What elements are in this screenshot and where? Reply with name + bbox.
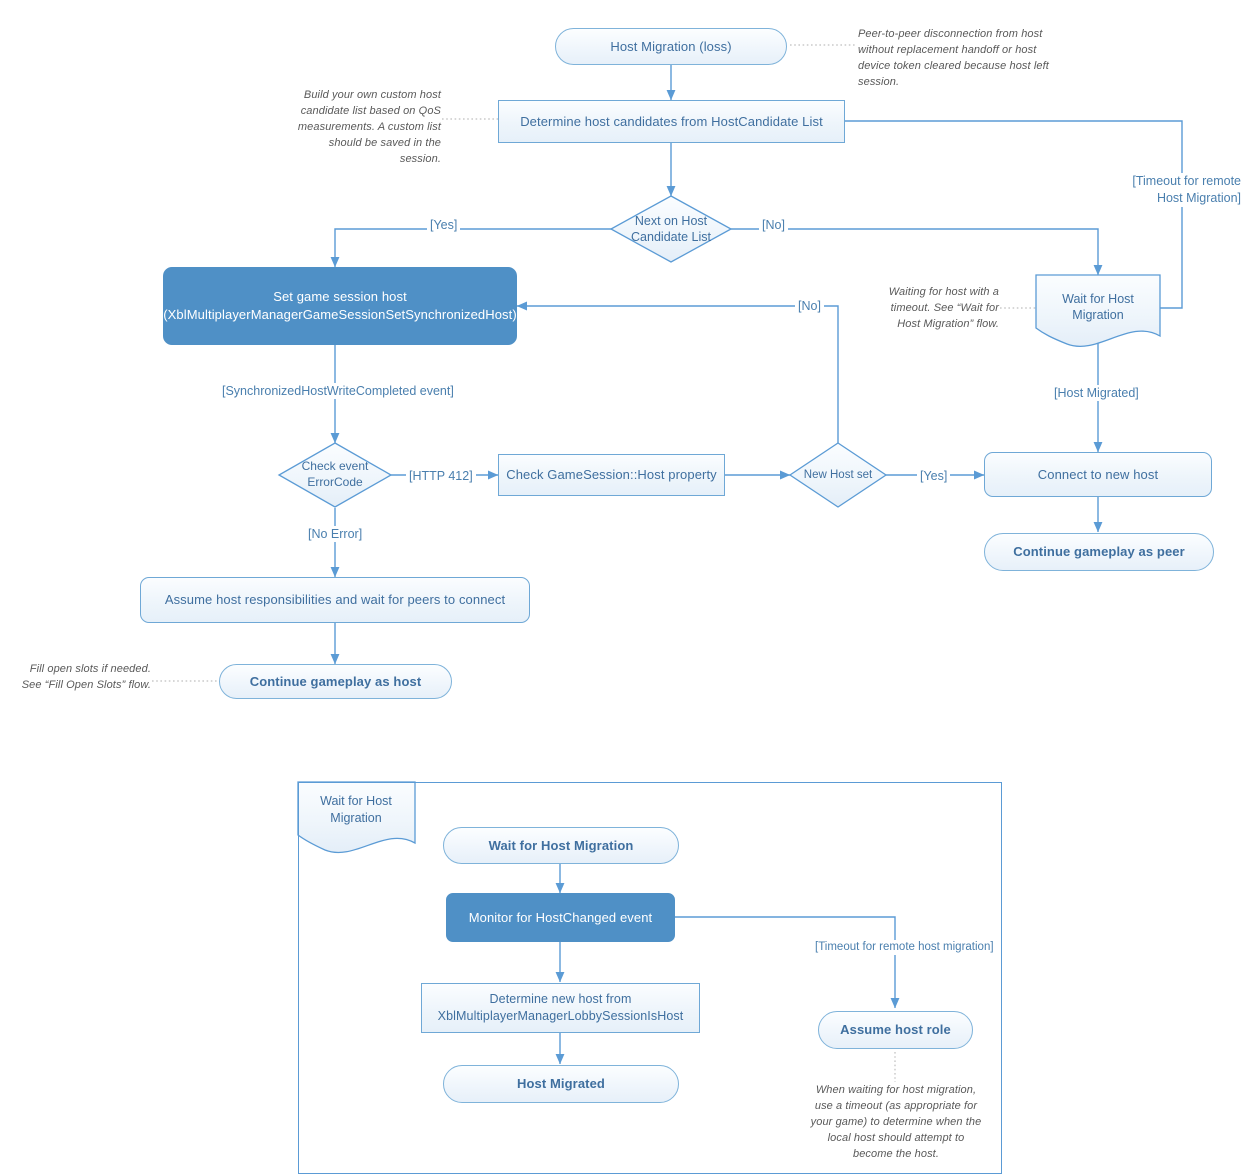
decision-label-line1: Next on Host xyxy=(634,213,708,228)
subflow-title: Wait for Host Migration xyxy=(296,793,416,827)
new-host-set-diamond xyxy=(788,442,888,508)
node-label: Wait for Host Migration xyxy=(1062,291,1134,324)
node-label: Determine new host from XblMultiplayerMa… xyxy=(438,991,684,1025)
edge-label-synchronizedhostwritecompleted: [SynchronizedHostWriteCompleted event] xyxy=(219,383,457,400)
node-label-line2: Migration xyxy=(1072,308,1124,322)
node-check-gamesession-host-property[interactable]: Check GameSession::Host property xyxy=(498,454,725,496)
node-subflow-host-migrated[interactable]: Host Migrated xyxy=(443,1065,679,1103)
node-continue-gameplay-as-host[interactable]: Continue gameplay as host xyxy=(219,664,452,699)
decision-label: Check event ErrorCode xyxy=(302,459,369,490)
node-label: Continue gameplay as peer xyxy=(1013,544,1185,560)
note-start-disconnection: Peer-to-peer disconnection from host wit… xyxy=(858,28,1049,88)
subflow-title-line1: Wait for Host xyxy=(320,794,392,808)
subflow-title-line2: Migration xyxy=(330,810,382,825)
next-on-host-candidate-list-diamond xyxy=(609,195,733,263)
edge-label-no-new-host: [No] xyxy=(795,298,824,315)
node-label: Host Migrated xyxy=(517,1076,605,1092)
decision-new-host-set[interactable]: New Host set xyxy=(793,465,883,485)
node-label: Monitor for HostChanged event xyxy=(468,909,653,925)
node-label: Assume host responsibilities and wait fo… xyxy=(164,592,506,608)
decision-label: Next on Host Candidate List xyxy=(631,213,711,246)
edge-label-timeout-remote-host-migration: [Timeout for remote Host Migration] xyxy=(1118,173,1244,207)
node-label: Check GameSession::Host property xyxy=(506,467,717,483)
edge-label-no-error: [No Error] xyxy=(305,526,366,543)
node-determine-host-candidates[interactable]: Determine host candidates from HostCandi… xyxy=(498,100,845,143)
node-assume-host-responsibilities[interactable]: Assume host responsibilities and wait fo… xyxy=(140,577,530,623)
note-subflow-timeout: When waiting for host migration, use a t… xyxy=(810,1084,982,1160)
decision-label: New Host set xyxy=(803,468,873,481)
node-set-game-session-host[interactable]: Set game session host (XblMultiplayerMan… xyxy=(163,267,517,345)
node-label: Set game session host (XblMultiplayerMan… xyxy=(163,288,517,323)
node-label-line2: (XblMultiplayerManagerGameSessionSetSync… xyxy=(163,307,517,322)
node-label: Assume host role xyxy=(840,1022,951,1038)
note-fill-open-slots: Fill open slots if needed. See “Fill Ope… xyxy=(21,663,151,691)
node-label-line1: Wait for Host xyxy=(1062,291,1134,306)
node-label-line1: Set game session host xyxy=(273,289,407,305)
node-connect-to-new-host[interactable]: Connect to new host xyxy=(984,452,1212,497)
edge-label-line2: Host Migration] xyxy=(1156,190,1241,205)
wait-for-host-migration-shape xyxy=(1035,274,1161,347)
node-label-line1: Determine new host from xyxy=(489,992,632,1007)
node-assume-host-role[interactable]: Assume host role xyxy=(818,1011,973,1049)
edge-label-yes-new-host: [Yes] xyxy=(917,468,951,485)
decision-label-line2: ErrorCode xyxy=(307,475,363,489)
check-event-errorcode-diamond xyxy=(277,442,393,508)
node-subflow-wait-for-host-migration[interactable]: Wait for Host Migration xyxy=(443,827,679,864)
note-wait-for-host-timeout: Waiting for host with a timeout. See “Wa… xyxy=(888,286,999,330)
decision-next-on-host-candidate-list[interactable]: Next on Host Candidate List xyxy=(611,206,731,252)
edge-label-subflow-timeout-remote-host-migration: [Timeout for remote host migration] xyxy=(812,940,997,955)
node-label: Connect to new host xyxy=(1037,466,1159,482)
node-label: Continue gameplay as host xyxy=(249,673,422,689)
node-label: Host Migration (loss) xyxy=(610,38,732,54)
decision-label-line1: Check event xyxy=(301,459,369,474)
note-custom-host-candidate-list: Build your own custom host candidate lis… xyxy=(297,89,441,165)
node-label: Determine host candidates from HostCandi… xyxy=(520,113,823,129)
node-determine-new-host[interactable]: Determine new host from XblMultiplayerMa… xyxy=(421,983,700,1033)
decision-label-line2: Candidate List xyxy=(631,230,711,244)
node-label-line2: XblMultiplayerManagerLobbySessionIsHost xyxy=(437,1009,684,1023)
node-continue-gameplay-as-peer[interactable]: Continue gameplay as peer xyxy=(984,533,1214,571)
edge-label-yes-candidate: [Yes] xyxy=(427,217,461,234)
diagram-canvas: Host Migration (loss) Determine host can… xyxy=(0,0,1249,1174)
node-monitor-hostchanged-event[interactable]: Monitor for HostChanged event xyxy=(446,893,675,942)
edge-label-host-migrated: [Host Migrated] xyxy=(1051,385,1142,402)
decision-wait-for-host-migration-text[interactable]: Wait for Host Migration xyxy=(1036,284,1160,330)
decision-check-event-errorcode[interactable]: Check event ErrorCode xyxy=(283,453,387,497)
node-host-migration-loss[interactable]: Host Migration (loss) xyxy=(555,28,787,65)
node-label: Wait for Host Migration xyxy=(488,837,634,853)
edge-label-http-412: [HTTP 412] xyxy=(406,468,476,485)
edge-label-no-candidate: [No] xyxy=(759,217,788,234)
edge-label-line1: [Timeout for remote xyxy=(1132,174,1241,188)
